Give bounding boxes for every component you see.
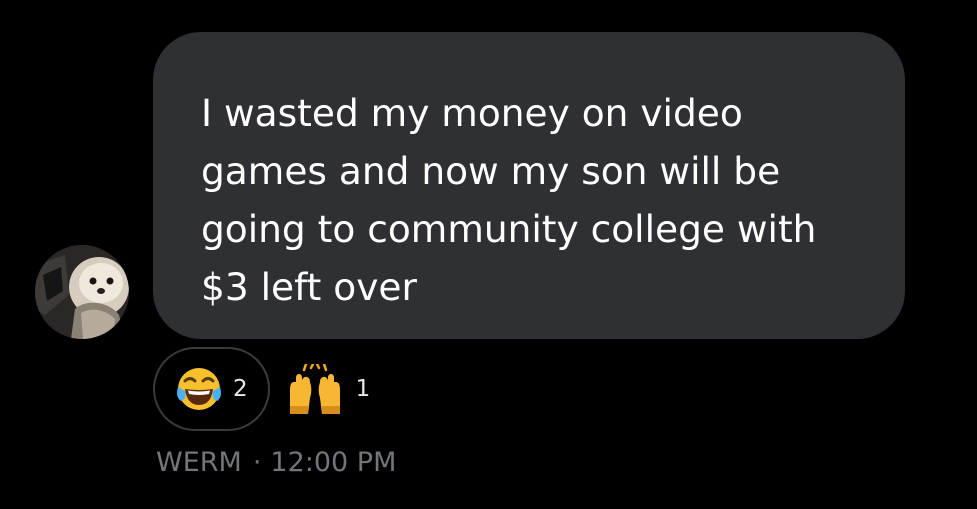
reaction-laughing[interactable]: 2	[153, 347, 270, 431]
message-timestamp: 12:00 PM	[270, 447, 397, 478]
face-with-tears-of-joy-icon	[177, 368, 221, 410]
avatar-image	[35, 245, 129, 339]
message-text: I wasted my money on video games and now…	[201, 91, 817, 309]
reaction-count: 2	[233, 376, 248, 402]
reaction-raising-hands[interactable]: 1	[270, 347, 371, 431]
message-meta: WERM · 12:00 PM	[156, 447, 396, 478]
sender-name: WERM	[156, 447, 242, 478]
reactions-bar: 2 1	[153, 345, 370, 433]
reaction-count: 1	[355, 376, 371, 402]
message-bubble[interactable]: I wasted my money on video games and now…	[153, 32, 905, 339]
avatar[interactable]	[35, 245, 129, 339]
meta-separator: ·	[252, 447, 262, 478]
raising-hands-icon	[289, 364, 340, 414]
